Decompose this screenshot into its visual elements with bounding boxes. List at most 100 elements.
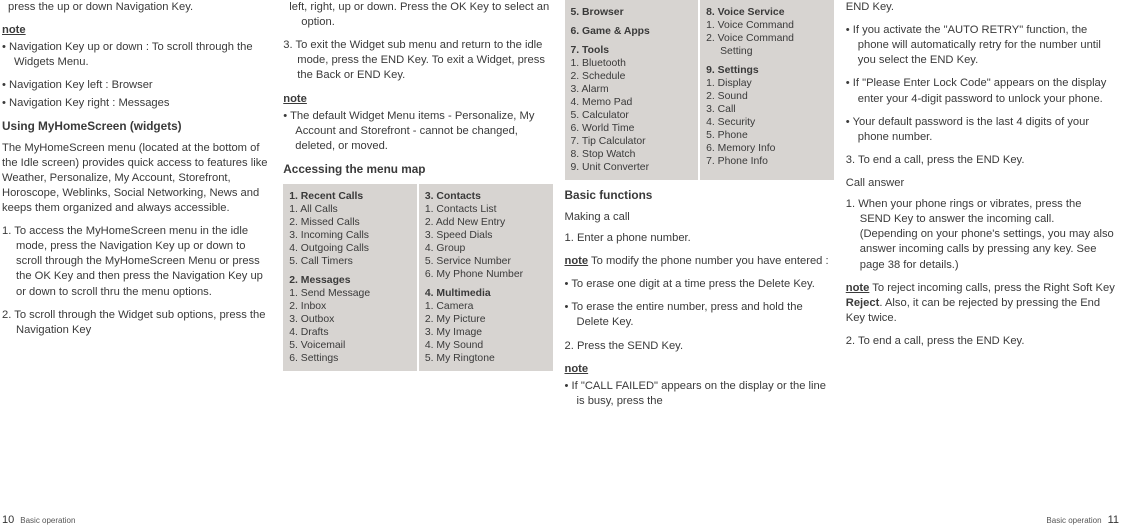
menu-item: 1. All Calls — [289, 203, 411, 216]
menu-item: 8. Stop Watch — [571, 148, 693, 161]
menu-group-title: 1. Recent Calls — [289, 190, 411, 203]
menu-item: 4. Drafts — [289, 326, 411, 339]
list-step: 1. When your phone rings or vibrates, pr… — [846, 197, 1115, 273]
bullet: • To erase the entire number, press and … — [565, 300, 834, 330]
bullet: • If you activate the "AUTO RETRY" funct… — [846, 23, 1115, 68]
bullet: • If "Please Enter Lock Code" appears on… — [846, 76, 1115, 106]
menu-col: 5. Browser 6. Game & Apps 7. Tools 1. Bl… — [565, 0, 699, 180]
menu-group-title: 9. Settings — [706, 64, 828, 77]
menu-item: 5. Service Number — [425, 255, 547, 268]
menu-item: 2. Add New Entry — [425, 216, 547, 229]
text: press the up or down Navigation Key. — [2, 0, 271, 15]
menu-item: 2. My Picture — [425, 313, 547, 326]
list-step: 3. To end a call, press the END Key. — [846, 153, 1115, 168]
menu-item: 5. My Ringtone — [425, 352, 547, 365]
bullet: • Navigation Key up or down : To scroll … — [2, 40, 271, 70]
list-step: 1. To access the MyHomeScreen menu in th… — [2, 224, 271, 300]
menu-item: 3. My Image — [425, 326, 547, 339]
list-step: 3. To exit the Widget sub menu and retur… — [283, 38, 552, 83]
paragraph: The MyHomeScreen menu (located at the bo… — [2, 141, 271, 217]
menu-item: 9. Unit Converter — [571, 161, 693, 174]
section-heading: Basic functions — [565, 188, 834, 204]
menu-map-left: 1. Recent Calls 1. All Calls 2. Missed C… — [283, 184, 552, 371]
menu-col: 8. Voice Service 1. Voice Command 2. Voi… — [700, 0, 834, 180]
menu-group-title: 7. Tools — [571, 44, 693, 57]
note-label: note — [565, 255, 589, 267]
note-text: To modify the phone number you have ente… — [588, 255, 828, 267]
menu-item: 2. Sound — [706, 90, 828, 103]
menu-item: 1. Camera — [425, 300, 547, 313]
sub-heading: Making a call — [565, 210, 834, 225]
menu-item: 2. Schedule — [571, 70, 693, 83]
menu-item: 3. Outbox — [289, 313, 411, 326]
bullet: • Navigation Key left : Browser — [2, 78, 271, 93]
note-text: . Also, it can be rejected by pressing t… — [846, 297, 1100, 324]
section-heading: Accessing the menu map — [283, 162, 552, 178]
menu-item: 4. Memo Pad — [571, 96, 693, 109]
menu-item: 2. Voice Command Setting — [706, 32, 828, 58]
footer-left: 10 Basic operation — [2, 513, 75, 528]
column-1: press the up or down Navigation Key. not… — [2, 0, 275, 528]
menu-item: 1. Contacts List — [425, 203, 547, 216]
column-3: 5. Browser 6. Game & Apps 7. Tools 1. Bl… — [565, 0, 838, 528]
page-number: 11 — [1108, 513, 1119, 528]
list-step: 1. Enter a phone number. — [565, 231, 834, 246]
menu-item: 3. Call — [706, 103, 828, 116]
section-heading: Using MyHomeScreen (widgets) — [2, 119, 271, 135]
note-label: note — [846, 282, 870, 294]
note-inline: note To reject incoming calls, press the… — [846, 281, 1115, 326]
menu-item: 4. Group — [425, 242, 547, 255]
note-text: To reject incoming calls, press the Righ… — [869, 282, 1114, 294]
text: END Key. — [846, 0, 1115, 15]
menu-item: 4. My Sound — [425, 339, 547, 352]
footer-label: Basic operation — [20, 516, 75, 527]
menu-item: 6. World Time — [571, 122, 693, 135]
menu-item: 3. Speed Dials — [425, 229, 547, 242]
menu-item: 2. Inbox — [289, 300, 411, 313]
menu-item: 1. Bluetooth — [571, 57, 693, 70]
column-4: END Key. • If you activate the "AUTO RET… — [846, 0, 1119, 528]
menu-item: 3. Alarm — [571, 83, 693, 96]
footer-right: Basic operation 11 — [1046, 513, 1119, 528]
menu-item: 5. Voicemail — [289, 339, 411, 352]
menu-group-title: 8. Voice Service — [706, 6, 828, 19]
list-step: 2. To scroll through the Widget sub opti… — [2, 308, 271, 338]
menu-group-title: 3. Contacts — [425, 190, 547, 203]
footer-label: Basic operation — [1046, 516, 1101, 527]
bullet: • If "CALL FAILED" appears on the displa… — [565, 379, 834, 409]
bullet: • Navigation Key right : Messages — [2, 96, 271, 111]
menu-group-title: 5. Browser — [571, 6, 693, 19]
menu-item: 6. Settings — [289, 352, 411, 365]
note-heading: note — [2, 23, 271, 38]
column-2: left, right, up or down. Press the OK Ke… — [283, 0, 556, 528]
menu-item: 1. Send Message — [289, 287, 411, 300]
menu-item: 5. Phone — [706, 129, 828, 142]
bullet: • To erase one digit at a time press the… — [565, 277, 834, 292]
note-heading: note — [283, 92, 552, 107]
sub-heading: Call answer — [846, 176, 1115, 191]
menu-item: 7. Tip Calculator — [571, 135, 693, 148]
menu-item: 6. Memory Info — [706, 142, 828, 155]
menu-col: 1. Recent Calls 1. All Calls 2. Missed C… — [283, 184, 417, 371]
menu-map-right: 5. Browser 6. Game & Apps 7. Tools 1. Bl… — [565, 0, 834, 180]
list-step: 2. Press the SEND Key. — [565, 339, 834, 354]
menu-item: 1. Voice Command — [706, 19, 828, 32]
menu-group-title: 4. Multimedia — [425, 287, 547, 300]
menu-item: 4. Outgoing Calls — [289, 242, 411, 255]
menu-item: 7. Phone Info — [706, 155, 828, 168]
menu-item: 1. Display — [706, 77, 828, 90]
menu-item: 5. Call Timers — [289, 255, 411, 268]
menu-col: 3. Contacts 1. Contacts List 2. Add New … — [419, 184, 553, 371]
menu-item: 6. My Phone Number — [425, 268, 547, 281]
menu-item: 2. Missed Calls — [289, 216, 411, 229]
menu-group-title: 2. Messages — [289, 274, 411, 287]
menu-item: 5. Calculator — [571, 109, 693, 122]
menu-group-title: 6. Game & Apps — [571, 25, 693, 38]
text: left, right, up or down. Press the OK Ke… — [283, 0, 552, 30]
note-inline: note To modify the phone number you have… — [565, 254, 834, 269]
note-heading: note — [565, 362, 834, 377]
page-number: 10 — [2, 513, 14, 528]
reject-label: Reject — [846, 297, 880, 309]
bullet: • Your default password is the last 4 di… — [846, 115, 1115, 145]
bullet: • The default Widget Menu items - Person… — [283, 109, 552, 154]
